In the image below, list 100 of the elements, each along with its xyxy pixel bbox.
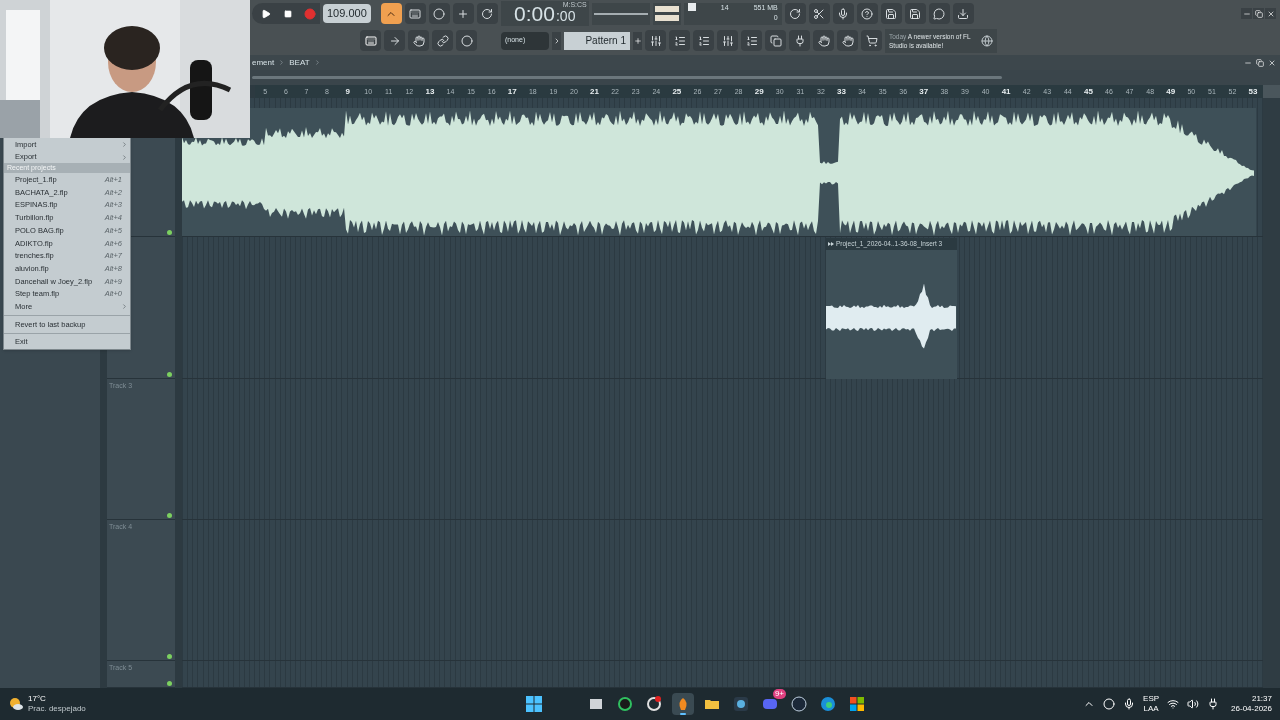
tempo-display[interactable]: 109.000 <box>323 4 371 23</box>
circle-icon <box>433 7 446 20</box>
language-indicator[interactable]: ESP LAA <box>1143 694 1160 714</box>
temperature: 17°C <box>28 694 47 704</box>
bar-number: 9 <box>344 86 351 98</box>
breadcrumb-item[interactable]: ement <box>252 56 275 69</box>
undo-button[interactable] <box>784 3 806 24</box>
wait-record-button[interactable] <box>404 3 426 24</box>
steam-icon <box>791 696 808 712</box>
piano-roll-button[interactable] <box>669 30 690 51</box>
cpu-indicator-icon <box>687 2 696 11</box>
taskbar-app[interactable] <box>672 693 695 715</box>
download-button[interactable] <box>952 3 974 24</box>
help-button[interactable] <box>856 3 878 24</box>
arrow-icon <box>388 34 401 47</box>
sliders-icon <box>649 34 662 47</box>
track-enable-icon[interactable] <box>167 230 172 235</box>
store-icon <box>849 696 866 712</box>
track-enable-icon[interactable] <box>167 372 172 377</box>
restore-icon[interactable] <box>1256 58 1264 67</box>
bar-number: 33 <box>836 86 847 98</box>
chat-icon <box>762 696 779 712</box>
sliders-icon <box>721 34 734 47</box>
mixer-button[interactable] <box>717 30 738 51</box>
loop-icon <box>481 7 494 20</box>
hand-icon <box>817 34 830 47</box>
save-new-version-button[interactable] <box>904 3 926 24</box>
bar-number: 49 <box>1165 86 1177 98</box>
plug-icon <box>793 34 806 47</box>
link-icon <box>436 34 449 47</box>
plugin-button[interactable] <box>789 30 810 51</box>
bar-number: 21 <box>589 86 600 98</box>
copy-button[interactable] <box>765 30 786 51</box>
track-enable-icon[interactable] <box>167 654 172 659</box>
globe-icon <box>981 34 993 47</box>
editor-icon <box>733 696 750 712</box>
pattern-selector[interactable]: Pattern 1 <box>564 31 630 50</box>
notification-badge: 9+ <box>772 689 787 699</box>
clip-menu-icon[interactable] <box>828 242 834 246</box>
add-pattern-button[interactable] <box>633 31 642 50</box>
restore-button[interactable] <box>1253 8 1264 19</box>
bar-number: 53 <box>1247 86 1259 98</box>
vertical-scrollbar[interactable] <box>1263 98 1280 688</box>
circle-icon <box>646 696 663 712</box>
circle-icon <box>460 34 473 47</box>
time-value: 0:00 <box>514 2 555 26</box>
bar-number: 41 <box>1000 86 1012 98</box>
pattern-arrow-button[interactable] <box>552 31 561 50</box>
list-icon <box>697 34 710 47</box>
save-button[interactable] <box>880 3 902 24</box>
microphone-icon <box>837 7 850 20</box>
countdown-button[interactable] <box>428 3 450 24</box>
track-enable-icon[interactable] <box>167 681 172 686</box>
microphone-button[interactable] <box>832 3 854 24</box>
browser-icon <box>820 696 837 712</box>
bar-number: 13 <box>424 86 436 98</box>
bar-number: 45 <box>1082 86 1094 98</box>
horizontal-scrollbar[interactable] <box>252 76 1002 79</box>
cut-button[interactable] <box>808 3 830 24</box>
wifi-icon[interactable] <box>1167 698 1180 710</box>
breadcrumb-item[interactable]: BEAT <box>289 56 310 69</box>
metronome-button[interactable] <box>380 3 402 24</box>
bar-number: 17 <box>506 86 518 98</box>
time-centiseconds: :00 <box>555 7 576 26</box>
track-lane[interactable] <box>182 661 1263 688</box>
copy-icon <box>769 34 782 47</box>
scissors-icon <box>813 7 826 20</box>
keyboard-icon <box>409 7 422 20</box>
download-icon <box>957 7 970 20</box>
list-icon <box>745 34 758 47</box>
tray-icon[interactable] <box>1103 698 1116 710</box>
chat-button[interactable] <box>928 3 950 24</box>
close-button[interactable] <box>1265 8 1276 19</box>
save-icon <box>885 7 898 20</box>
stop-icon <box>284 9 292 18</box>
window-icon <box>588 696 605 712</box>
shop-button[interactable] <box>861 30 882 51</box>
bar-number: 37 <box>918 86 930 98</box>
hand-button[interactable] <box>837 30 858 51</box>
close-icon <box>1266 9 1275 18</box>
list-icon <box>673 34 686 47</box>
hand-icon <box>841 34 854 47</box>
loop-record-button[interactable] <box>476 3 498 24</box>
browser-button[interactable] <box>741 30 762 51</box>
track-enable-icon[interactable] <box>167 513 172 518</box>
close-icon[interactable] <box>1268 58 1276 67</box>
step-edit-button[interactable] <box>452 3 474 24</box>
playlist-button[interactable] <box>645 30 666 51</box>
arrow-button[interactable] <box>384 30 405 51</box>
link-button[interactable] <box>432 30 453 51</box>
record-icon <box>304 7 316 20</box>
volume-icon[interactable] <box>1187 698 1200 710</box>
microphone-icon[interactable] <box>1123 698 1136 710</box>
knob-button[interactable] <box>456 30 477 51</box>
minimize-button[interactable] <box>1241 8 1252 19</box>
plus-icon <box>457 7 470 20</box>
plus-icon <box>633 36 642 45</box>
channel-rack-button[interactable] <box>693 30 714 51</box>
track-lane[interactable] <box>182 379 1263 520</box>
clock[interactable]: 21:37 26-04-2026 <box>1227 694 1272 714</box>
